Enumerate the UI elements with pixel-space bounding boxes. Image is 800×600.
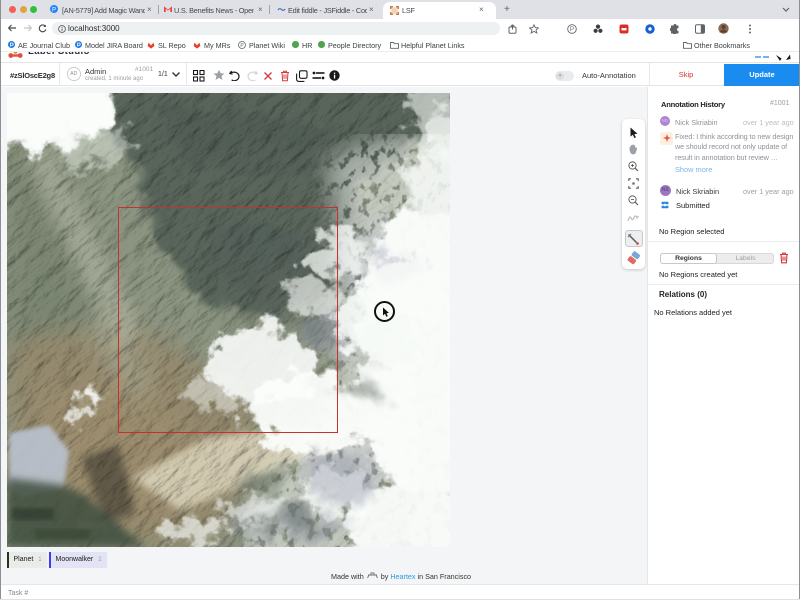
svg-text:P: P	[52, 7, 56, 13]
svg-text:P: P	[570, 26, 574, 33]
